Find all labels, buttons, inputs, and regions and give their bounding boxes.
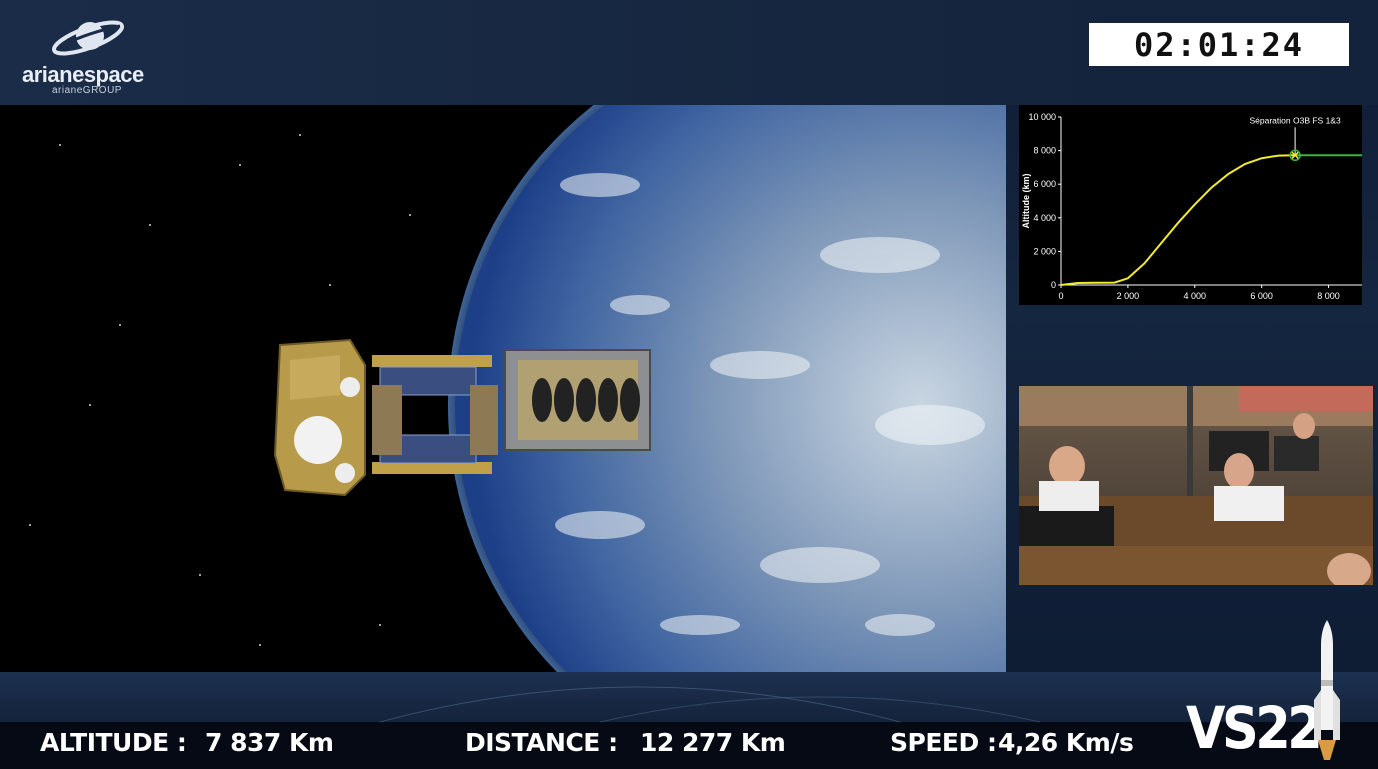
y-axis-label: Altitude (km) <box>1021 173 1031 228</box>
x-tick-label: 6 000 <box>1250 291 1273 301</box>
separation-label: Séparation O3B FS 1&3 <box>1250 115 1341 125</box>
distance-value: 12 277 Km <box>640 728 786 757</box>
y-tick-label: 10 000 <box>1028 112 1056 122</box>
control-room-feed <box>1019 386 1373 585</box>
altitude-chart: 0 2 000 4 000 6 000 8 000 10 000 0 2 000 4 000 6 … <box>1021 112 1362 301</box>
altitude-label: ALTITUDE : <box>40 728 187 757</box>
speed-value: 4,26 Km/s <box>998 728 1134 757</box>
mission-timer: 02:01:24 <box>1089 23 1349 66</box>
x-tick-label: 4 000 <box>1184 291 1207 301</box>
altitude-value: 7 837 Km <box>205 728 334 757</box>
y-tick-label: 6 000 <box>1033 179 1056 189</box>
mission-code: VS22 <box>1186 694 1323 762</box>
saturn-logo-icon <box>51 20 125 56</box>
arianespace-logo: arianespace arianeGROUP <box>20 12 180 98</box>
spacecraft-view <box>0 105 1006 672</box>
y-tick-label: 4 000 <box>1033 213 1056 223</box>
distance-label: DISTANCE : <box>465 728 618 757</box>
y-tick-label: 2 000 <box>1033 246 1056 256</box>
x-tick-label: 0 <box>1058 291 1063 301</box>
trajectory-line <box>1060 154 1296 286</box>
y-tick-label: 0 <box>1051 280 1056 290</box>
x-tick-label: 2 000 <box>1117 291 1140 301</box>
earth-spacecraft-scene <box>29 105 1006 672</box>
rocket-icon <box>1314 620 1340 760</box>
y-tick-label: 8 000 <box>1033 146 1056 156</box>
x-tick-label: 8 000 <box>1317 291 1340 301</box>
speed-label: SPEED : <box>890 728 997 757</box>
control-room-camera <box>1019 386 1373 585</box>
altitude-graph: 0 2 000 4 000 6 000 8 000 10 000 0 2 000 4 000 6 … <box>1019 105 1362 305</box>
brand-group: arianeGROUP <box>52 85 122 96</box>
